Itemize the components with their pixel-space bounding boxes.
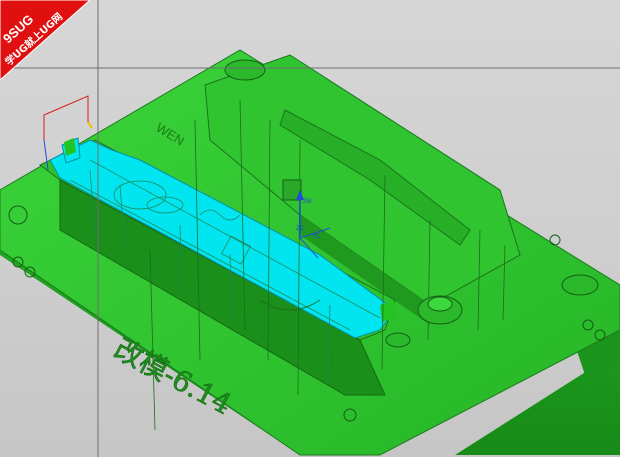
wcs-zc-label: ZC <box>296 226 305 232</box>
site-logo-icon: 9SUG 学UG就上UG网 <box>0 0 90 80</box>
graphics-viewport[interactable]: WEN 改模-6.14 ZM ZC YC 9SUG 学UG就上UG网 <box>0 0 620 457</box>
corner-pin-right <box>561 274 599 296</box>
locating-pin <box>385 332 411 348</box>
wcs-yc-label: YC <box>312 234 321 240</box>
corner-pin-back <box>224 59 266 81</box>
wcs-zm-label: ZM <box>303 199 312 205</box>
model-view[interactable]: WEN 改模-6.14 ZM ZC YC <box>0 0 620 457</box>
ejector-boss-top <box>427 296 453 312</box>
